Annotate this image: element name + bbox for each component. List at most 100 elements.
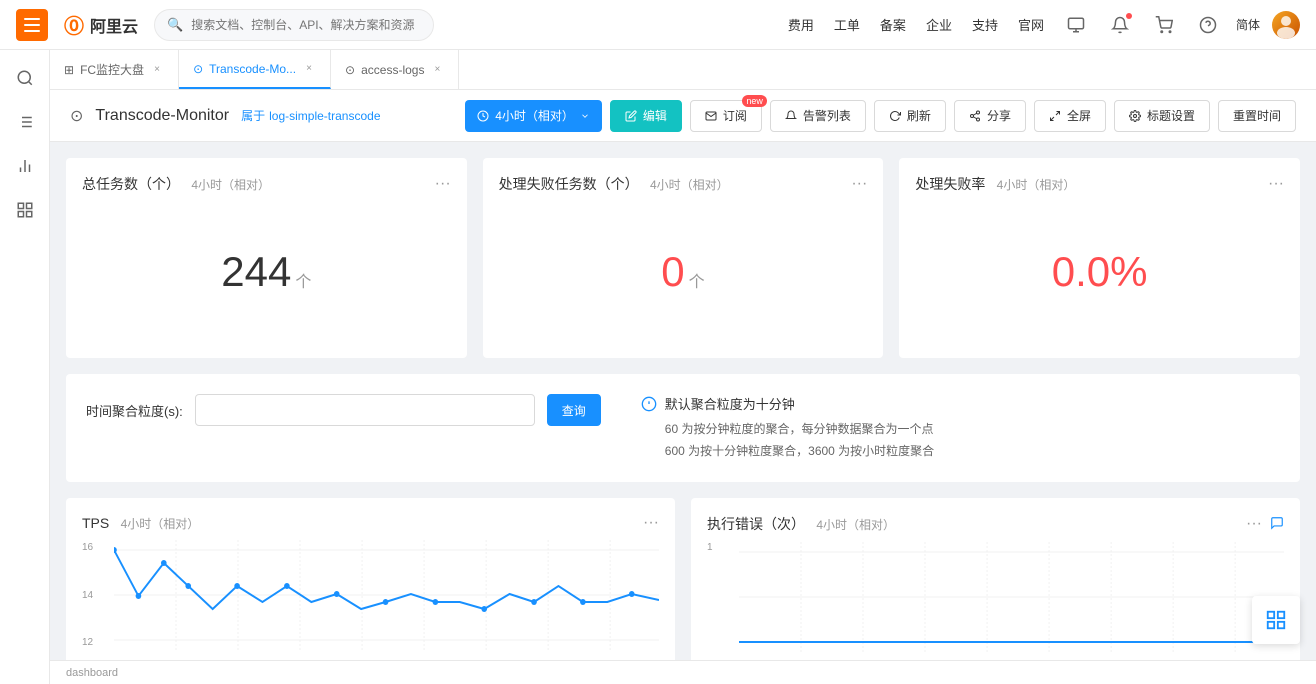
failure-rate-card: 处理失败率 4小时（相对） ··· 0.0% bbox=[899, 158, 1300, 358]
page-header: ⊙ Transcode-Monitor 属于 log-simple-transc… bbox=[50, 90, 1316, 142]
refresh-button[interactable]: 刷新 bbox=[874, 100, 946, 132]
page-icon: ⊙ bbox=[70, 106, 83, 126]
charts-row: TPS 4小时（相对） ··· 16 14 12 bbox=[66, 498, 1300, 678]
help-icon-btn[interactable] bbox=[1192, 9, 1224, 41]
failed-tasks-card: 处理失败任务数（个） 4小时（相对） ··· 0 个 bbox=[483, 158, 884, 358]
query-button[interactable]: 查询 bbox=[547, 394, 601, 426]
tps-chart-header: TPS 4小时（相对） ··· bbox=[82, 514, 659, 532]
card-value-3: 0.0% bbox=[915, 202, 1284, 342]
nav-link-record[interactable]: 备案 bbox=[880, 15, 906, 34]
tab-close-3[interactable]: × bbox=[430, 63, 444, 77]
card-title-3: 处理失败率 bbox=[915, 176, 985, 192]
tps-chart-more[interactable]: ··· bbox=[643, 514, 659, 532]
exec-errors-chart-actions: ··· bbox=[1246, 515, 1284, 533]
tab-icon-2: ⊙ bbox=[193, 62, 203, 76]
tab-icon-3: ⊙ bbox=[345, 63, 355, 77]
tps-chart-title: TPS bbox=[82, 515, 109, 531]
logo-area: ⓪ 阿里云 bbox=[64, 10, 138, 39]
lang-btn[interactable]: 简体 bbox=[1236, 16, 1260, 33]
hint-title: 默认聚合粒度为十分钟 bbox=[665, 394, 934, 413]
exec-errors-chart-header: 执行错误（次） 4小时（相对） ··· bbox=[707, 514, 1284, 534]
fullscreen-button[interactable]: 全屏 bbox=[1034, 100, 1106, 132]
metric-cards-row: 总任务数（个） 4小时（相对） ··· 244 个 处理失败任务数（个） 4小时… bbox=[66, 158, 1300, 358]
tab-close-2[interactable]: × bbox=[302, 62, 316, 76]
agg-hint: 默认聚合粒度为十分钟 60 为按分钟粒度的聚合，每分钟数据聚合为一个点 600 … bbox=[641, 394, 934, 462]
notification-badge bbox=[1126, 13, 1132, 19]
bottom-bar: dashboard bbox=[50, 660, 1316, 684]
card-more-1[interactable]: ··· bbox=[435, 175, 451, 193]
exec-errors-chart-title: 执行错误（次） bbox=[707, 516, 805, 532]
card-time-3: 4小时（相对） bbox=[997, 178, 1076, 192]
execution-errors-chart-card: 执行错误（次） 4小时（相对） ··· 1 bbox=[691, 498, 1300, 678]
agg-label: 时间聚合粒度(s): bbox=[86, 401, 183, 420]
page-title: Transcode-Monitor bbox=[95, 107, 229, 125]
agg-input[interactable] bbox=[195, 394, 535, 426]
alert-list-button[interactable]: 告警列表 bbox=[770, 100, 866, 132]
card-time-1: 4小时（相对） bbox=[191, 178, 270, 192]
tps-chart-svg bbox=[114, 540, 659, 650]
tps-chart-time: 4小时（相对） bbox=[121, 517, 200, 531]
screen-icon-btn[interactable] bbox=[1060, 9, 1092, 41]
card-value-1: 244 个 bbox=[82, 202, 451, 342]
search-bar[interactable]: 🔍 bbox=[154, 9, 434, 41]
nav-link-enterprise[interactable]: 企业 bbox=[926, 15, 952, 34]
tab-fc-dashboard[interactable]: ⊞ FC监控大盘 × bbox=[50, 50, 179, 89]
header-actions: 4小时（相对） 编辑 订阅 new 告警列表 刷新 分享 bbox=[465, 100, 1296, 132]
sidebar-chart-btn[interactable] bbox=[5, 146, 45, 186]
user-avatar[interactable] bbox=[1272, 11, 1300, 39]
card-title-1: 总任务数（个） bbox=[82, 176, 180, 192]
sidebar-list-btn[interactable] bbox=[5, 102, 45, 142]
new-badge: new bbox=[742, 95, 767, 107]
agg-form: 时间聚合粒度(s): 查询 bbox=[86, 394, 601, 426]
tabs-bar: ⊞ FC监控大盘 × ⊙ Transcode-Mo... × ⊙ access-… bbox=[50, 50, 1316, 90]
tps-chart-svg-wrapper bbox=[114, 540, 659, 650]
nav-link-cost[interactable]: 费用 bbox=[788, 15, 814, 34]
total-tasks-card: 总任务数（个） 4小时（相对） ··· 244 个 bbox=[66, 158, 467, 358]
sidebar-dashboard-btn[interactable] bbox=[5, 190, 45, 230]
card-more-2[interactable]: ··· bbox=[851, 175, 867, 193]
nav-icons: 简体 bbox=[1060, 9, 1300, 41]
nav-link-official[interactable]: 官网 bbox=[1018, 15, 1044, 34]
card-more-3[interactable]: ··· bbox=[1268, 175, 1284, 193]
tps-chart-body: 16 14 12 bbox=[82, 540, 659, 650]
tab-close-1[interactable]: × bbox=[150, 63, 164, 77]
left-sidebar bbox=[0, 50, 50, 684]
nav-links: 费用 工单 备案 企业 支持 官网 bbox=[788, 15, 1044, 34]
message-icon[interactable] bbox=[1270, 516, 1284, 533]
hamburger-button[interactable] bbox=[16, 9, 48, 41]
card-header-3: 处理失败率 4小时（相对） ··· bbox=[915, 174, 1284, 194]
nav-link-ticket[interactable]: 工单 bbox=[834, 15, 860, 34]
title-settings-button[interactable]: 标题设置 bbox=[1114, 100, 1210, 132]
tab-access-logs[interactable]: ⊙ access-logs × bbox=[331, 50, 459, 89]
time-range-button[interactable]: 4小时（相对） bbox=[465, 100, 602, 132]
exec-errors-y-axis: 1 bbox=[707, 542, 735, 652]
card-time-2: 4小时（相对） bbox=[650, 178, 729, 192]
hint-icon bbox=[641, 396, 657, 415]
share-button[interactable]: 分享 bbox=[954, 100, 1026, 132]
sidebar-search-btn[interactable] bbox=[5, 58, 45, 98]
page-subtitle: 属于 log-simple-transcode bbox=[241, 107, 380, 124]
card-title-2: 处理失败任务数（个） bbox=[499, 176, 639, 192]
tps-chart-card: TPS 4小时（相对） ··· 16 14 12 bbox=[66, 498, 675, 678]
tps-y-axis: 16 14 12 bbox=[82, 540, 110, 650]
top-nav: ⓪ 阿里云 🔍 费用 工单 备案 企业 支持 官网 简体 bbox=[0, 0, 1316, 50]
exec-errors-chart-svg-wrapper bbox=[739, 542, 1284, 652]
exec-errors-chart-more[interactable]: ··· bbox=[1246, 515, 1262, 533]
edit-button[interactable]: 编辑 bbox=[610, 100, 682, 132]
aggregation-section: 时间聚合粒度(s): 查询 默认聚合粒度为十分钟 60 为按分钟粒度的聚合，每分… bbox=[66, 374, 1300, 482]
notification-icon-btn[interactable] bbox=[1104, 9, 1136, 41]
cart-icon-btn[interactable] bbox=[1148, 9, 1180, 41]
tab-transcode-monitor[interactable]: ⊙ Transcode-Mo... × bbox=[179, 50, 331, 89]
reset-time-button[interactable]: 重置时间 bbox=[1218, 100, 1296, 132]
main-wrapper: ⊞ FC监控大盘 × ⊙ Transcode-Mo... × ⊙ access-… bbox=[50, 50, 1316, 684]
logo-text: 阿里云 bbox=[90, 13, 138, 37]
exec-errors-chart-time: 4小时（相对） bbox=[816, 518, 895, 532]
logo-icon: ⓪ bbox=[64, 10, 84, 39]
float-dashboard-btn[interactable] bbox=[1252, 596, 1300, 644]
subscribe-button[interactable]: 订阅 new bbox=[690, 100, 762, 132]
nav-link-support[interactable]: 支持 bbox=[972, 15, 998, 34]
bottom-bar-text: dashboard bbox=[66, 667, 118, 679]
exec-errors-chart-body: 1 bbox=[707, 542, 1284, 652]
search-input[interactable] bbox=[191, 18, 421, 32]
card-header-1: 总任务数（个） 4小时（相对） ··· bbox=[82, 174, 451, 194]
